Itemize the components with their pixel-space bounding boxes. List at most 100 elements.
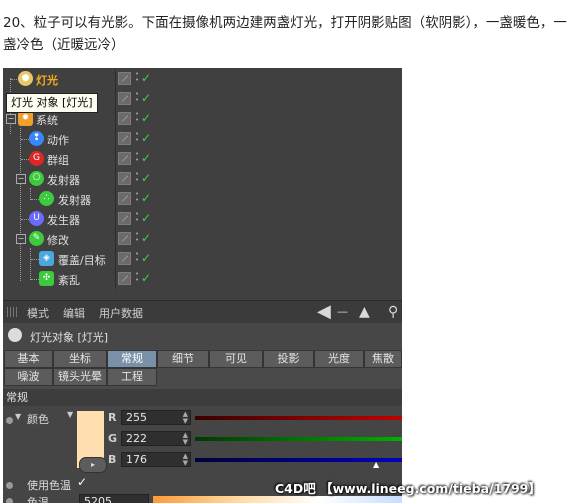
menu-edit[interactable]: 编辑 [63,305,85,321]
tab-basic[interactable]: 基本 [4,350,53,368]
tree-guide [21,159,29,160]
tree-separator [115,269,116,289]
enabled-check-icon[interactable]: ✓ [141,111,151,125]
enabled-check-icon[interactable]: ✓ [141,251,151,265]
animation-dot-icon[interactable] [6,417,13,424]
layer-flag-icon[interactable] [118,152,131,165]
r-input[interactable]: 255 ▲ ▼ [121,410,191,425]
visibility-dots-icon[interactable]: • • [135,91,139,104]
tab-coord[interactable]: 坐标 [53,350,107,368]
generator-icon: U [29,211,44,226]
enabled-check-icon[interactable]: ✓ [141,271,151,285]
color-menu-icon[interactable]: ▼ [67,410,73,419]
collapse-icon[interactable]: − [6,114,16,124]
expand-triangle-icon[interactable]: ▼ [15,412,21,421]
tree-label-generator: 发生器 [47,214,80,227]
tab-photometric[interactable]: 光度 [314,350,364,368]
light-object-icon [8,328,22,342]
group-icon: G [29,151,44,166]
tree-row-cover-target[interactable]: ◈ 覆盖/目标 • • ✓ [3,249,402,269]
g-slider[interactable] [195,437,402,441]
tree-label-cover-target: 覆盖/目标 [58,254,106,267]
layer-flag-icon[interactable] [118,272,131,285]
enabled-check-icon[interactable]: ✓ [141,91,151,105]
spinner-icon[interactable]: ▲ ▼ [183,432,188,446]
enabled-check-icon[interactable]: ✓ [141,231,151,245]
layer-flag-icon[interactable] [118,72,131,85]
tree-row-generator[interactable]: U 发生器 • • ✓ [3,209,402,229]
enabled-check-icon[interactable]: ✓ [141,171,151,185]
tab-caustics[interactable]: 焦散 [364,350,402,368]
layer-flag-icon[interactable] [118,212,131,225]
tree-guide [21,139,29,140]
temp-value: 5205 [84,495,112,503]
object-tree: ● 灯光 •• ✓ •• ✓ 灯光 对象 [灯光] − ✹ 系统 •• ✓ [3,68,402,300]
visibility-dots-icon[interactable]: • • [135,251,139,264]
visibility-dots-icon[interactable]: • • [135,71,139,84]
visibility-dots-icon[interactable]: • • [135,151,139,164]
collapse-icon[interactable]: − [16,234,26,244]
tab-visibility[interactable]: 可见 [209,350,263,368]
color-picker-button[interactable]: ▸ [79,457,107,473]
collapse-icon[interactable]: − [16,174,26,184]
tab-general[interactable]: 常规 [107,350,157,368]
layer-flag-icon[interactable] [118,232,131,245]
b-slider[interactable] [195,458,402,462]
tab-lens-flare[interactable]: 镜头光晕 [53,368,107,386]
tree-row-group[interactable]: G 群组 • • ✓ [3,149,402,169]
layer-flag-icon[interactable] [118,112,131,125]
enabled-check-icon[interactable]: ✓ [141,151,151,165]
tab-project[interactable]: 工程 [107,368,157,386]
tree-row-action[interactable]: ❢ 动作 • • ✓ [3,129,402,149]
drag-grip-icon[interactable] [7,307,19,317]
modifier-icon: ✎ [29,231,44,246]
use-temp-checkbox[interactable]: ✓ [77,475,87,489]
visibility-dots-icon[interactable]: • • [135,171,139,184]
animation-dot-icon[interactable] [6,482,13,489]
temp-input[interactable]: 5205 [79,494,149,503]
layer-flag-icon[interactable] [118,132,131,145]
tab-details[interactable]: 细节 [157,350,209,368]
layer-flag-icon[interactable] [118,172,131,185]
up-arrow-icon[interactable]: ▲ [359,304,370,320]
search-icon[interactable]: ⚲ [388,304,398,320]
layer-flag-icon[interactable] [118,252,131,265]
back-arrow-icon[interactable]: ◀ [317,303,331,321]
layer-flag-icon[interactable] [118,192,131,205]
tree-row-emitter[interactable]: − ⎔ 发射器 • • ✓ [3,169,402,189]
tree-row-light[interactable]: ● 灯光 • • ✓ [3,69,402,89]
visibility-dots-icon[interactable]: • • [135,211,139,224]
spinner-icon[interactable]: ▲ ▼ [183,411,188,425]
object-title-bar: 灯光对象 [灯光] [3,323,402,349]
enabled-check-icon[interactable]: ✓ [141,191,151,205]
enabled-check-icon[interactable]: ✓ [141,71,151,85]
tab-bar: 基本 坐标 常规 细节 可见 投影 光度 焦散 噪波 镜头光晕 工程 [3,349,402,389]
tree-row-emitter-child[interactable]: ∴ 发射器 • • ✓ [3,189,402,209]
visibility-dots-icon[interactable]: • • [135,111,139,124]
tab-shadow[interactable]: 投影 [263,350,314,368]
action-icon: ❢ [29,131,44,146]
visibility-dots-icon[interactable]: • • [135,191,139,204]
temp-slider[interactable] [153,496,402,503]
tree-guide [31,259,39,260]
slider-handle-icon[interactable]: ▲ [373,460,379,469]
menu-mode[interactable]: 模式 [27,305,49,321]
system-gear-icon: ✹ [18,111,33,126]
layer-flag-icon[interactable] [118,92,131,105]
emitter-sub-icon: ∴ [39,191,54,206]
r-slider[interactable] [195,416,402,420]
enabled-check-icon[interactable]: ✓ [141,131,151,145]
tree-row-turbulence[interactable]: ✣ 紊乱 • • ✓ [3,269,402,289]
menu-user-data[interactable]: 用户数据 [99,305,143,321]
visibility-dots-icon[interactable]: • • [135,231,139,244]
visibility-dots-icon[interactable]: • • [135,271,139,284]
g-input[interactable]: 222 ▲ ▼ [121,431,191,446]
g-value: 222 [126,432,147,445]
tree-row-modifier[interactable]: − ✎ 修改 • • ✓ [3,229,402,249]
enabled-check-icon[interactable]: ✓ [141,211,151,225]
animation-dot-icon[interactable] [6,498,13,503]
visibility-dots-icon[interactable]: • • [135,131,139,144]
spinner-icon[interactable]: ▲ ▼ [183,453,188,467]
tab-noise[interactable]: 噪波 [4,368,53,386]
b-input[interactable]: 176 ▲ ▼ [121,452,191,467]
